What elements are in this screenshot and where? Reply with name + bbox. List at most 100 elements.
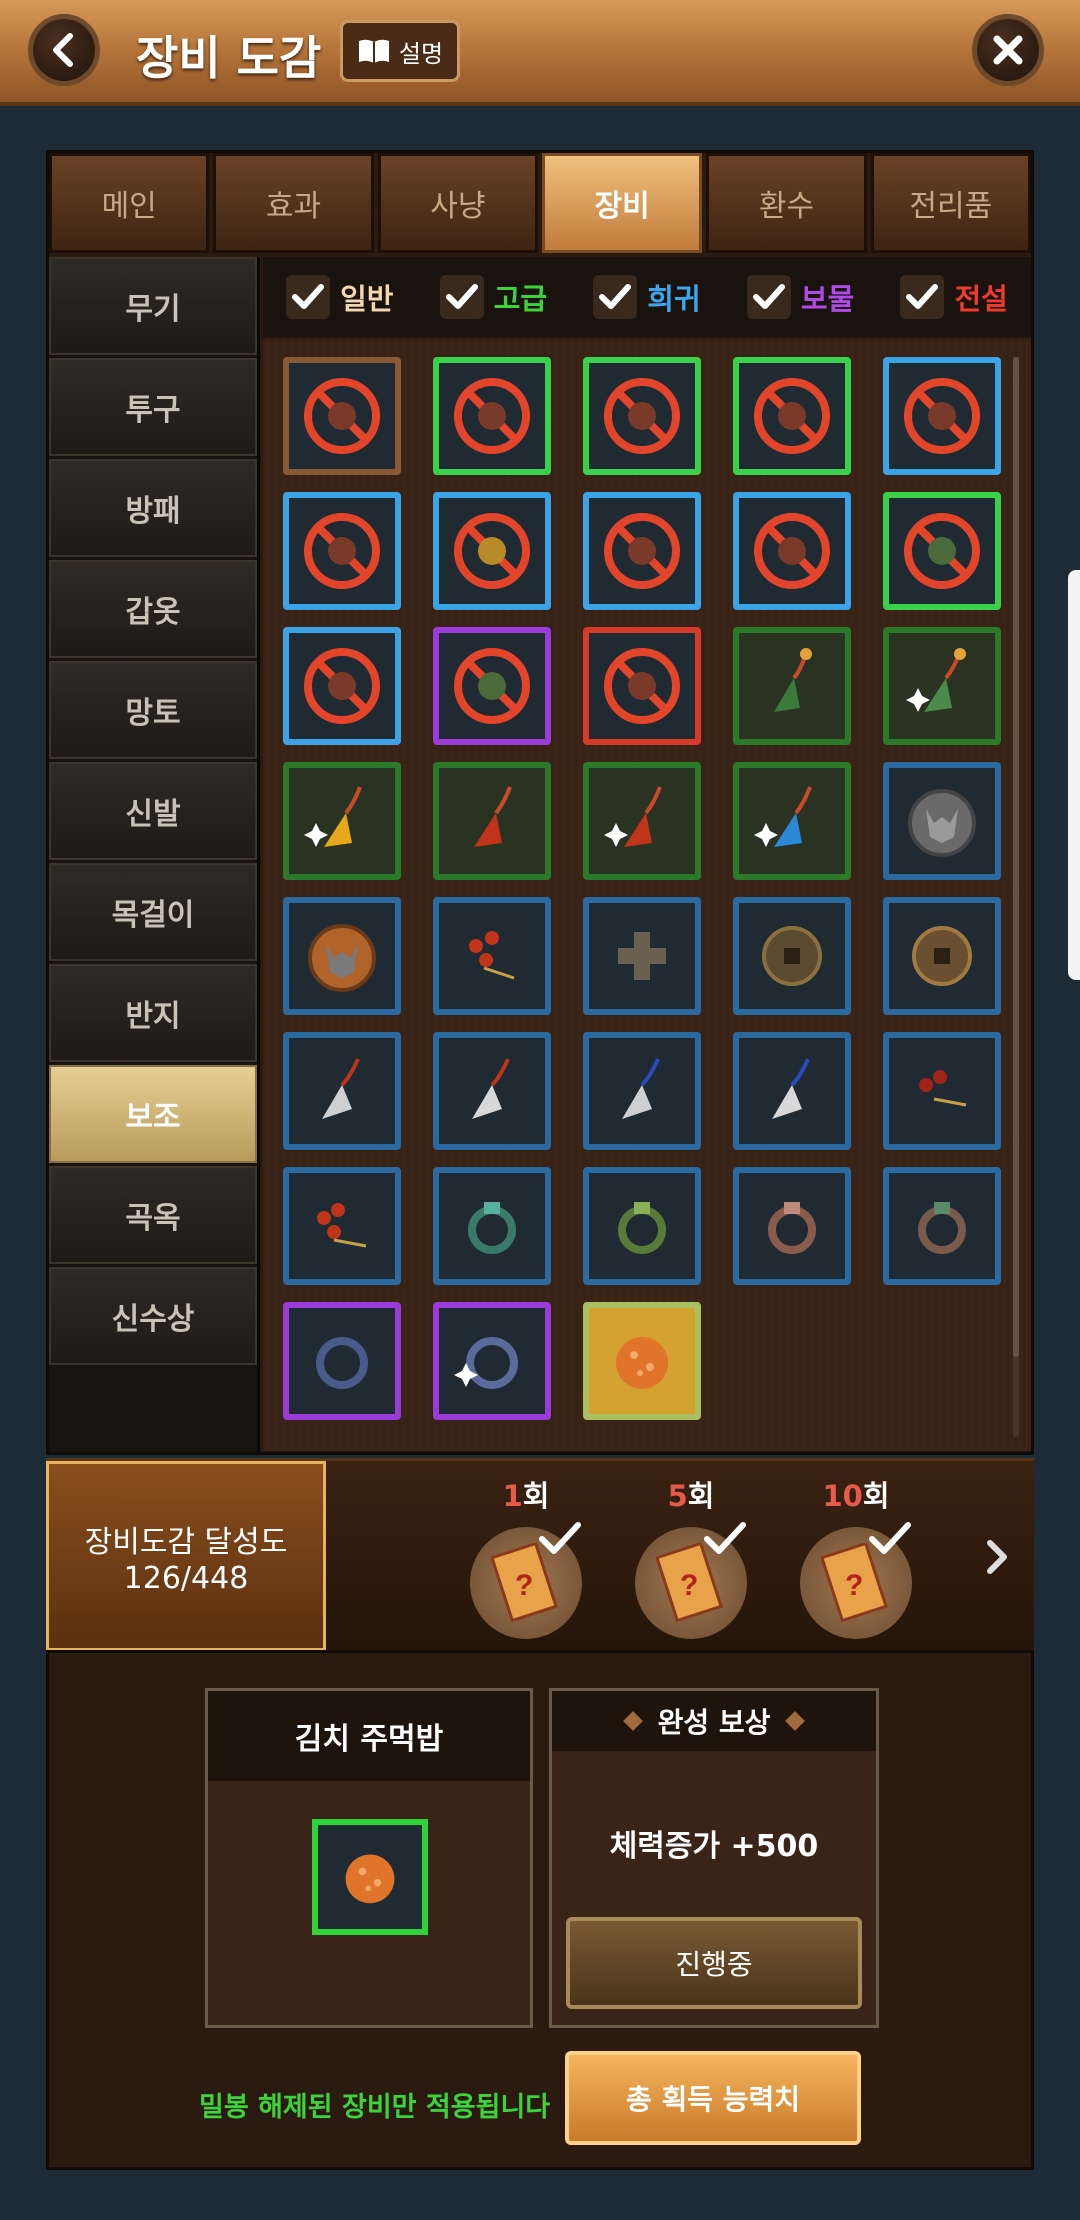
chevron-right-icon[interactable] — [976, 1537, 1016, 1577]
grid-scrollbar[interactable] — [1013, 357, 1019, 1437]
item-slot-fang-pendant[interactable] — [733, 1032, 851, 1150]
total-stats-button[interactable]: 총 획득 능력치 — [565, 2051, 861, 2145]
filter-treasure[interactable]: 보물 — [746, 275, 854, 319]
tab-beast[interactable]: 환수 — [706, 153, 867, 253]
item-slot-sealed[interactable] — [733, 357, 851, 475]
sidebar-item-label: 투구 — [125, 393, 181, 428]
close-button[interactable] — [972, 14, 1044, 86]
checkbox-checked-icon[interactable] — [286, 275, 331, 319]
filter-normal[interactable]: 일반 — [286, 275, 393, 319]
item-slot-tassel[interactable] — [433, 762, 551, 880]
ring-icon — [468, 1202, 516, 1254]
sidebar-item-helmet[interactable]: 투구 — [49, 358, 257, 456]
item-slot-berry-branch[interactable] — [883, 1032, 1001, 1150]
item-slot-cross-charm[interactable] — [583, 897, 701, 1015]
filter-advanced[interactable]: 고급 — [439, 275, 547, 319]
cross-charm-icon — [618, 932, 666, 980]
item-slot-ring[interactable] — [283, 1302, 401, 1420]
item-slot-tassel[interactable] — [283, 762, 401, 880]
item-slot-ring[interactable] — [883, 1167, 1001, 1285]
item-slot-ring[interactable] — [433, 1167, 551, 1285]
sidebar-item-statue[interactable]: 신수상 — [49, 1267, 257, 1365]
sidebar-item-shield[interactable]: 방패 — [49, 459, 257, 557]
item-slot-coin-charm[interactable] — [733, 897, 851, 1015]
milestone-reward[interactable]: 5회 ? — [621, 1461, 761, 1651]
item-slot-wolf-charm[interactable] — [883, 762, 1001, 880]
sidebar-item-shoes[interactable]: 신발 — [49, 762, 257, 860]
item-slot-wolf-charm[interactable] — [283, 897, 401, 1015]
sidebar-item-weapon[interactable]: 무기 — [49, 257, 257, 355]
item-slot-sealed[interactable] — [883, 357, 1001, 475]
sidebar-item-cape[interactable]: 망토 — [49, 661, 257, 759]
item-slot-fang-pendant[interactable] — [283, 1032, 401, 1150]
checkbox-checked-icon[interactable] — [593, 275, 638, 319]
item-slot-coin-charm[interactable] — [883, 897, 1001, 1015]
close-icon — [993, 35, 1023, 65]
svg-text:?: ? — [845, 1569, 863, 1602]
berry-branch-icon — [317, 1203, 367, 1248]
milestone-count: 10회 — [822, 1479, 890, 1513]
sidebar-item-gogok[interactable]: 곡옥 — [49, 1166, 257, 1264]
tab-hunt[interactable]: 사냥 — [377, 153, 538, 253]
item-slot-sealed[interactable] — [283, 357, 401, 475]
item-slot-sealed[interactable] — [733, 492, 851, 610]
guide-button[interactable]: 설명 — [340, 20, 460, 82]
milestone-reward[interactable]: 1회 ? — [456, 1461, 596, 1651]
edge-panel-handle[interactable] — [1068, 570, 1080, 980]
tab-effect[interactable]: 효과 — [213, 153, 374, 253]
tassel-icon — [474, 786, 512, 847]
item-name: 김치 주먹밥 — [208, 1691, 530, 1781]
item-slot-sealed[interactable] — [433, 492, 551, 610]
berry-branch-icon — [469, 931, 515, 980]
tab-loot[interactable]: 전리품 — [870, 153, 1031, 253]
sealed-item-icon — [904, 378, 980, 454]
tassel-icon — [906, 648, 966, 712]
item-slot-ring[interactable] — [583, 1167, 701, 1285]
item-slot-fang-pendant[interactable] — [583, 1032, 701, 1150]
filter-rare[interactable]: 희귀 — [593, 275, 701, 319]
item-slot-fang-pendant[interactable] — [433, 1032, 551, 1150]
sidebar-item-label: 목걸이 — [111, 898, 195, 933]
grade-filter-bar: 일반 고급 희귀 보물 전설 — [263, 257, 1031, 337]
item-slot-berry-branch[interactable] — [283, 1167, 401, 1285]
tab-label: 전리품 — [909, 189, 993, 224]
item-slot-tassel[interactable] — [733, 627, 851, 745]
checkbox-checked-icon[interactable] — [900, 275, 945, 319]
tassel-icon — [604, 786, 662, 847]
item-slot-berry-branch[interactable] — [433, 897, 551, 1015]
checkbox-checked-icon[interactable] — [439, 275, 484, 319]
item-slot-sealed[interactable] — [583, 357, 701, 475]
book-icon — [358, 39, 389, 63]
item-slot-sealed[interactable] — [883, 492, 1001, 610]
filter-legend[interactable]: 전설 — [900, 275, 1008, 319]
in-progress-button[interactable]: 진행중 — [566, 1917, 862, 2009]
item-slot-sealed[interactable] — [433, 357, 551, 475]
scroll-thumb[interactable] — [1013, 357, 1019, 1357]
item-slot-ring[interactable] — [433, 1302, 551, 1420]
item-slot-sealed[interactable] — [583, 492, 701, 610]
sidebar-item-ring[interactable]: 반지 — [49, 964, 257, 1062]
guide-label: 설명 — [398, 39, 444, 68]
item-slot-sealed[interactable] — [583, 627, 701, 745]
item-slot-ring[interactable] — [733, 1167, 851, 1285]
item-slot-sealed[interactable] — [433, 627, 551, 745]
item-slot-tassel[interactable] — [583, 762, 701, 880]
sidebar-item-auxiliary[interactable]: 보조 — [49, 1065, 257, 1163]
item-slot-tassel[interactable] — [883, 627, 1001, 745]
checkbox-checked-icon[interactable] — [746, 275, 791, 319]
reward-title: 완성 보상 — [657, 1706, 771, 1739]
tab-equipment[interactable]: 장비 — [541, 153, 703, 253]
sealed-item-icon — [904, 513, 980, 589]
sidebar-item-necklace[interactable]: 목걸이 — [49, 863, 257, 961]
sealed-item-icon — [454, 378, 530, 454]
item-slot-sealed[interactable] — [283, 492, 401, 610]
sidebar-item-armor[interactable]: 갑옷 — [49, 560, 257, 658]
milestone-reward[interactable]: 10회 ? — [786, 1461, 926, 1651]
item-slot-selected-riceball[interactable] — [583, 1302, 701, 1420]
tab-main[interactable]: 메인 — [49, 153, 210, 253]
back-button[interactable] — [28, 14, 100, 86]
chevron-left-icon — [53, 33, 73, 67]
item-slot-sealed[interactable] — [283, 627, 401, 745]
item-slot-tassel[interactable] — [733, 762, 851, 880]
milestone-count: 1회 — [502, 1479, 550, 1513]
